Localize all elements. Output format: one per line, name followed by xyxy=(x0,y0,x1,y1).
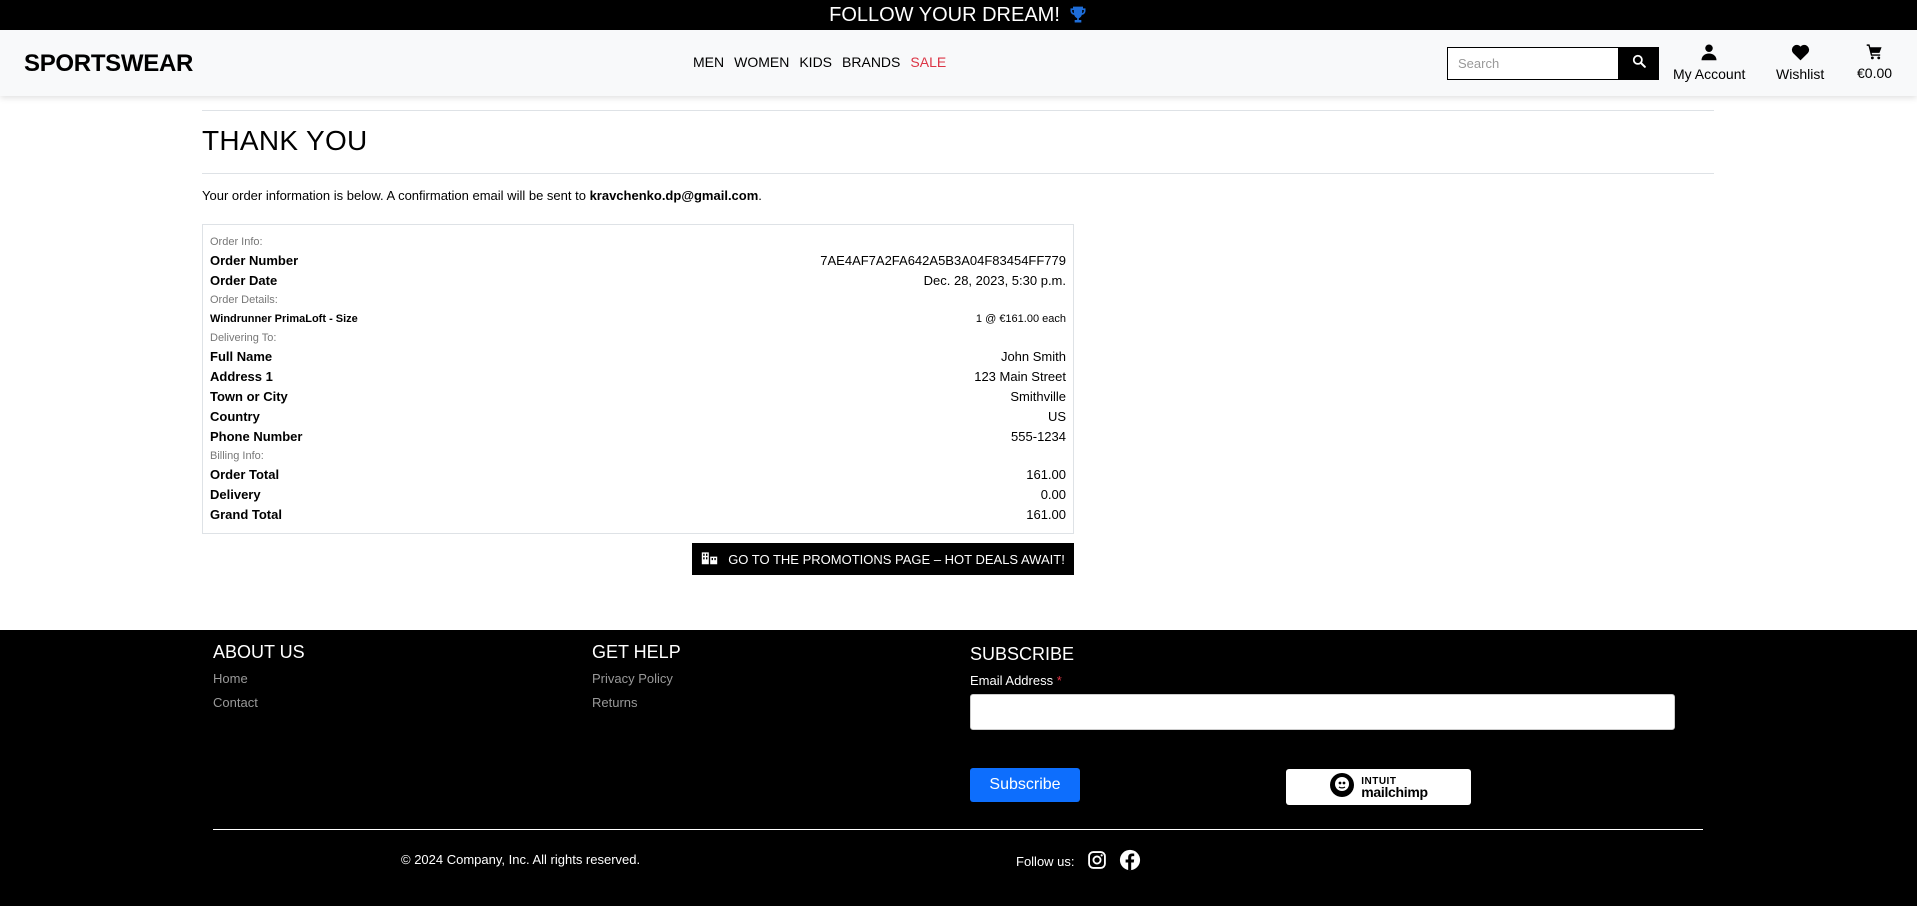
site-footer: ABOUT US Home Contact GET HELP Privacy P… xyxy=(0,630,1917,906)
town-value: Smithville xyxy=(1010,389,1066,404)
order-intro-text: Your order information is below. A confi… xyxy=(202,188,1714,203)
mailchimp-line2: mailchimp xyxy=(1361,784,1428,800)
divider xyxy=(202,110,1714,111)
section-label-delivering: Delivering To: xyxy=(210,332,277,344)
my-account-link[interactable]: My Account xyxy=(1673,43,1745,82)
instagram-icon[interactable] xyxy=(1087,850,1107,873)
email-address-label: Email Address * xyxy=(970,673,1680,688)
footer-link-contact[interactable]: Contact xyxy=(213,695,305,710)
mailchimp-wordmark: INTUIT mailchimp xyxy=(1361,776,1428,800)
copyright-text: © 2024 Company, Inc. All rights reserved… xyxy=(401,852,641,867)
grand-total-value: 161.00 xyxy=(1026,507,1066,522)
social-links: Follow us: xyxy=(1016,849,1141,874)
delivery-label: Delivery xyxy=(210,487,261,502)
promo-banner: FOLLOW YOUR DREAM! xyxy=(0,0,1917,30)
section-label-billing: Billing Info: xyxy=(210,450,264,462)
item-name: Windrunner PrimaLoft - Size xyxy=(210,313,358,325)
country-value: US xyxy=(1047,409,1066,424)
wishlist-link[interactable]: Wishlist xyxy=(1776,43,1824,82)
town-row: Town or City Smithville xyxy=(210,387,1066,407)
order-total-value: 161.00 xyxy=(1026,467,1066,482)
main-navbar: SPORTSWEAR MEN WOMEN KIDS BRANDS SALE My… xyxy=(0,30,1917,96)
full-name-row: Full Name John Smith xyxy=(210,347,1066,367)
heart-icon xyxy=(1791,43,1810,66)
phone-label: Phone Number xyxy=(210,429,303,444)
order-summary-box: Order Info: Order Number 7AE4AF7A2FA642A… xyxy=(202,224,1074,534)
menu-item-men[interactable]: MEN xyxy=(693,54,724,70)
email-label-text: Email Address xyxy=(970,673,1054,688)
about-section: ABOUT US Home Contact xyxy=(213,642,305,719)
delivery-row: Delivery 0.00 xyxy=(210,485,1066,505)
search-input[interactable] xyxy=(1447,47,1619,80)
trophy-icon xyxy=(1068,5,1088,25)
brand-logo[interactable]: SPORTSWEAR xyxy=(24,50,193,78)
user-icon xyxy=(1700,43,1718,66)
phone-row: Phone Number 555-1234 xyxy=(210,427,1066,447)
full-name-value: John Smith xyxy=(1000,349,1066,364)
phone-value: 555-1234 xyxy=(1011,429,1066,444)
cart-icon xyxy=(1866,43,1883,65)
page-title: THANK YOU xyxy=(202,125,368,156)
divider xyxy=(202,173,1714,174)
help-section: GET HELP Privacy Policy Returns xyxy=(592,642,681,719)
promotions-button-label: GO TO THE PROMOTIONS PAGE – HOT DEALS AW… xyxy=(728,551,1065,567)
footer-link-privacy[interactable]: Privacy Policy xyxy=(592,671,681,686)
subscribe-title: SUBSCRIBE xyxy=(970,644,1075,664)
section-label-order-details: Order Details: xyxy=(210,294,278,306)
address1-label: Address 1 xyxy=(210,369,273,384)
order-line-item: Windrunner PrimaLoft - Size 1 @ €161.00 … xyxy=(210,309,1066,329)
address1-value: 123 Main Street xyxy=(974,369,1066,384)
store-icon xyxy=(701,551,718,568)
menu-item-brands[interactable]: BRANDS xyxy=(842,54,900,70)
mailchimp-logo xyxy=(1329,772,1355,803)
category-menu: MEN WOMEN KIDS BRANDS SALE xyxy=(693,54,956,70)
grand-total-label: Grand Total xyxy=(210,507,282,522)
order-date-row: Order Date Dec. 28, 2023, 5:30 p.m. xyxy=(210,271,1066,291)
order-total-row: Order Total 161.00 xyxy=(210,465,1066,485)
grand-total-row: Grand Total 161.00 xyxy=(210,505,1066,525)
subscribe-button[interactable]: Subscribe xyxy=(970,768,1080,802)
facebook-icon[interactable] xyxy=(1119,849,1141,874)
delivery-value: 0.00 xyxy=(1040,487,1066,502)
country-row: Country US xyxy=(210,407,1066,427)
footer-link-home[interactable]: Home xyxy=(213,671,305,686)
address1-row: Address 1 123 Main Street xyxy=(210,367,1066,387)
subscribe-email-input[interactable] xyxy=(970,694,1675,730)
my-account-label: My Account xyxy=(1673,66,1746,82)
search-form xyxy=(1447,47,1659,80)
intro-prefix: Your order information is below. A confi… xyxy=(202,188,590,203)
order-number-row: Order Number 7AE4AF7A2FA642A5B3A04F83454… xyxy=(210,251,1066,271)
intro-suffix: . xyxy=(758,188,762,203)
promotions-button[interactable]: GO TO THE PROMOTIONS PAGE – HOT DEALS AW… xyxy=(692,543,1074,575)
subscribe-section: SUBSCRIBE Email Address * Subscribe INTU… xyxy=(970,644,1680,824)
cart-total: €0.00 xyxy=(1857,65,1893,81)
order-date-label: Order Date xyxy=(210,273,278,288)
town-label: Town or City xyxy=(210,389,288,404)
cart-link[interactable]: €0.00 xyxy=(1857,43,1892,81)
full-name-label: Full Name xyxy=(210,349,273,364)
about-title: ABOUT US xyxy=(213,642,305,662)
menu-item-kids[interactable]: KIDS xyxy=(799,54,832,70)
confirmation-email: kravchenko.dp@gmail.com xyxy=(589,188,759,203)
item-qty-price: 1 @ €161.00 each xyxy=(975,313,1066,325)
country-label: Country xyxy=(210,409,260,424)
order-number-label: Order Number xyxy=(210,253,299,268)
checkout-success-main: THANK YOU Your order information is belo… xyxy=(202,110,1714,575)
search-icon xyxy=(1632,54,1646,73)
mailchimp-badge[interactable]: INTUIT mailchimp xyxy=(1286,769,1471,805)
footer-divider xyxy=(213,829,1703,830)
wishlist-label: Wishlist xyxy=(1776,66,1825,82)
order-number-value: 7AE4AF7A2FA642A5B3A04F83454FF779 xyxy=(820,253,1066,268)
order-date-value: Dec. 28, 2023, 5:30 p.m. xyxy=(923,273,1066,288)
footer-link-returns[interactable]: Returns xyxy=(592,695,681,710)
search-button[interactable] xyxy=(1619,47,1659,80)
menu-item-sale[interactable]: SALE xyxy=(910,54,946,70)
section-label-order-info: Order Info: xyxy=(210,236,263,248)
help-title: GET HELP xyxy=(592,642,681,662)
follow-label: Follow us: xyxy=(1016,854,1075,869)
menu-item-women[interactable]: WOMEN xyxy=(734,54,789,70)
order-total-label: Order Total xyxy=(210,467,280,482)
required-marker: * xyxy=(1056,673,1062,688)
promo-banner-text: FOLLOW YOUR DREAM! xyxy=(829,3,1060,26)
